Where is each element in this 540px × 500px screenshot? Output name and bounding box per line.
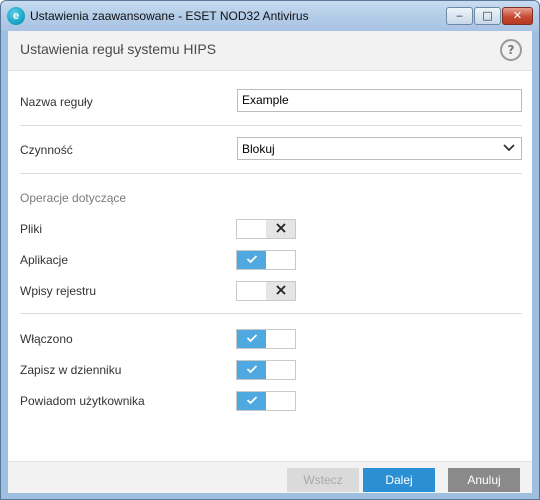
toggle-off-segment bbox=[266, 361, 295, 379]
dialog-header: Ustawienia reguł systemu HIPS ? bbox=[8, 31, 532, 71]
x-icon bbox=[275, 223, 286, 233]
toggle-on-segment bbox=[237, 330, 266, 348]
toggle-off-segment bbox=[266, 251, 295, 269]
operation-registry-label: Wpisy rejestru bbox=[20, 284, 97, 298]
close-button[interactable]: ✕ bbox=[502, 7, 533, 25]
action-label: Czynność bbox=[20, 143, 73, 157]
maximize-icon: □ bbox=[482, 9, 493, 22]
operation-apps-label: Aplikacje bbox=[20, 253, 69, 267]
help-icon[interactable]: ? bbox=[500, 39, 522, 61]
x-icon bbox=[275, 285, 286, 295]
option-notify-toggle[interactable] bbox=[236, 391, 296, 411]
option-enabled-label: Włączono bbox=[20, 332, 73, 346]
action-select-value: Blokuj bbox=[242, 142, 275, 156]
operation-apps-toggle[interactable] bbox=[236, 250, 296, 270]
window-title: Ustawienia zaawansowane - ESET NOD32 Ant… bbox=[30, 9, 309, 23]
minimize-button[interactable]: ‒ bbox=[446, 7, 473, 25]
maximize-button[interactable]: □ bbox=[474, 7, 501, 25]
toggle-off-segment bbox=[266, 220, 295, 238]
app-window: e Ustawienia zaawansowane - ESET NOD32 A… bbox=[0, 0, 540, 500]
rule-name-label: Nazwa reguły bbox=[20, 95, 93, 109]
toggle-off-segment bbox=[266, 392, 295, 410]
chevron-down-icon bbox=[503, 144, 515, 152]
checkmark-icon bbox=[246, 334, 257, 343]
rule-name-input[interactable]: Example bbox=[237, 89, 522, 112]
operation-registry-toggle[interactable] bbox=[236, 281, 296, 301]
operations-heading: Operacje dotyczące bbox=[20, 191, 127, 205]
close-icon: ✕ bbox=[512, 9, 523, 22]
operation-files-toggle[interactable] bbox=[236, 219, 296, 239]
action-select[interactable]: Blokuj bbox=[237, 137, 522, 160]
toggle-off-segment bbox=[266, 330, 295, 348]
toggle-off-segment bbox=[266, 282, 295, 300]
toggle-on-segment bbox=[237, 392, 266, 410]
eset-logo-icon: e bbox=[7, 7, 25, 25]
title-bar[interactable]: e Ustawienia zaawansowane - ESET NOD32 A… bbox=[1, 1, 539, 31]
divider bbox=[20, 125, 522, 126]
operation-files-label: Pliki bbox=[20, 222, 43, 236]
divider bbox=[20, 313, 522, 314]
option-enabled-toggle[interactable] bbox=[236, 329, 296, 349]
back-button[interactable]: Wstecz bbox=[287, 468, 359, 492]
checkmark-icon bbox=[246, 255, 257, 264]
toggle-on-segment bbox=[237, 220, 266, 238]
option-notify-label: Powiadom użytkownika bbox=[20, 394, 145, 408]
option-log-label: Zapisz w dzienniku bbox=[20, 363, 122, 377]
divider bbox=[20, 173, 522, 174]
cancel-button[interactable]: Anuluj bbox=[448, 468, 520, 492]
toggle-on-segment bbox=[237, 361, 266, 379]
toggle-on-segment bbox=[237, 251, 266, 269]
option-log-toggle[interactable] bbox=[236, 360, 296, 380]
page-title: Ustawienia reguł systemu HIPS bbox=[20, 41, 217, 57]
dialog-footer: Wstecz Dalej Anuluj bbox=[8, 461, 532, 493]
minimize-icon: ‒ bbox=[456, 9, 463, 22]
checkmark-icon bbox=[246, 365, 257, 374]
next-button[interactable]: Dalej bbox=[363, 468, 435, 492]
toggle-on-segment bbox=[237, 282, 266, 300]
dialog-content: Ustawienia reguł systemu HIPS ? Nazwa re… bbox=[8, 31, 532, 493]
checkmark-icon bbox=[246, 396, 257, 405]
